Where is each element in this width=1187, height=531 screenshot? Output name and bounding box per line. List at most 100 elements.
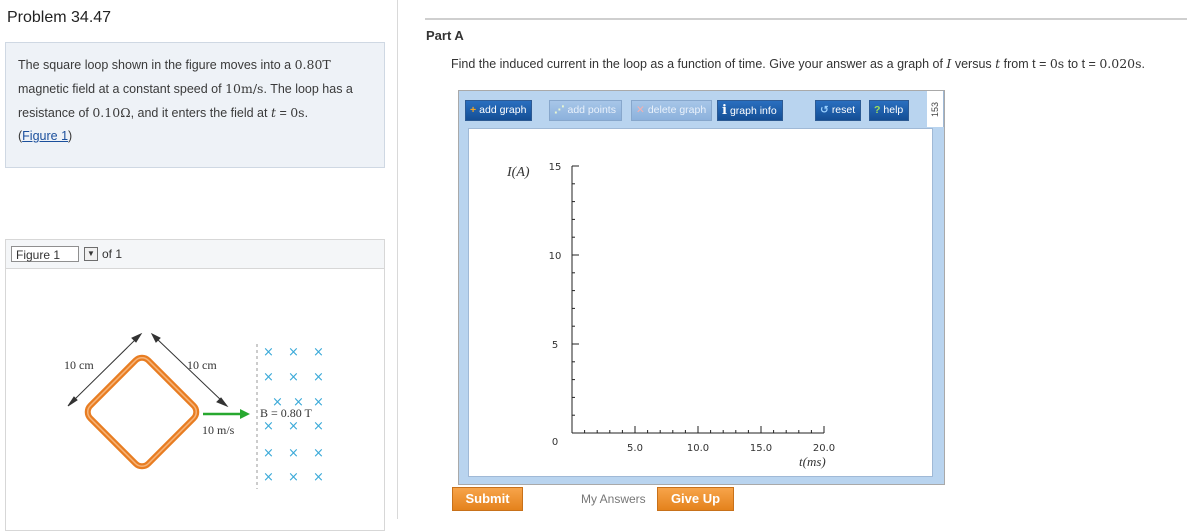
figure-panel: Figure 1 ▼ of 1 10 cm 10 cm 10 m/s × × ×… xyxy=(5,239,385,531)
problem-statement: The square loop shown in the figure move… xyxy=(5,42,385,168)
field-x-icon: × xyxy=(313,419,324,434)
field-x-icon: × xyxy=(288,370,299,385)
add-points-label: add points xyxy=(567,104,616,116)
statement-text: resistance of xyxy=(18,106,93,120)
y-tick-label: 15 xyxy=(549,162,562,173)
statement-text: magnetic field at a constant speed of xyxy=(18,82,226,96)
time-value: 0 xyxy=(290,105,299,120)
y-tick-labels: 15 10 5 0 xyxy=(549,162,562,448)
x-tick-label: 5.0 xyxy=(627,443,643,454)
add-graph-button[interactable]: + add graph xyxy=(465,100,533,121)
graph-info-button[interactable]: i graph info xyxy=(717,100,783,121)
field-x-icon: × xyxy=(313,446,324,461)
speed-value: 10 xyxy=(225,81,241,96)
field-label: B = 0.80 T xyxy=(260,406,313,420)
submit-button[interactable]: Submit xyxy=(452,487,523,511)
field-x-icon: × xyxy=(313,345,324,360)
plot-panel: I(A) 15 10 5 0 5.0 10.0 15.0 20.0 t(ms) xyxy=(468,128,933,477)
start-time-value: 0 xyxy=(1049,56,1058,71)
my-answers-link[interactable]: My Answers xyxy=(581,492,646,506)
y-tick-label: 10 xyxy=(549,251,562,262)
graphing-tool: + add graph ⋰ add points ✕ delete graph i gr… xyxy=(458,90,945,485)
plot-area[interactable]: I(A) 15 10 5 0 5.0 10.0 15.0 20.0 t(ms) xyxy=(469,129,932,476)
points-icon: ⋰ xyxy=(554,104,565,116)
delete-graph-button[interactable]: ✕ delete graph xyxy=(631,100,713,121)
statement-line-3: resistance of 0.10Ω, and it enters the f… xyxy=(18,105,308,120)
statement-text: . xyxy=(304,106,309,120)
field-x-icon: × xyxy=(263,446,274,461)
field-x-icon: × xyxy=(263,345,274,360)
statement-line-1: The square loop shown in the figure move… xyxy=(18,57,331,72)
delete-graph-label: delete graph xyxy=(647,104,707,116)
left-column: Problem 34.47 The square loop shown in t… xyxy=(0,0,398,531)
resistance-unit: Ω xyxy=(120,105,131,120)
reset-icon: ↺ xyxy=(820,104,829,116)
give-up-button[interactable]: Give Up xyxy=(657,487,734,511)
question-segment: versus xyxy=(951,57,996,71)
top-divider xyxy=(425,18,1187,20)
x-axis-label: t(ms) xyxy=(799,454,826,469)
x-icon: ✕ xyxy=(636,104,645,116)
field-x-icon: × xyxy=(288,345,299,360)
question-text: Find the induced current in the loop as … xyxy=(451,56,1145,71)
question-segment: Find the induced current in the loop as … xyxy=(451,57,947,71)
help-label: help xyxy=(883,104,904,116)
graph-toolbar: + add graph ⋰ add points ✕ delete graph i gr… xyxy=(459,91,944,127)
statement-text: The square loop shown in the figure move… xyxy=(18,58,295,72)
square-loop xyxy=(84,354,200,470)
statement-line-4: (Figure 1) xyxy=(18,129,72,143)
problem-title: Problem 34.47 xyxy=(7,9,112,26)
arrowhead xyxy=(216,397,229,408)
statement-text: . The loop has a xyxy=(263,82,353,96)
statement-line-2: magnetic field at a constant speed of 10… xyxy=(18,81,353,96)
figure-header: Figure 1 ▼ of 1 xyxy=(6,240,384,269)
field-unit: T xyxy=(322,57,331,72)
square-loop-highlight xyxy=(86,356,198,468)
statement-text: = xyxy=(275,106,291,120)
y-axis-label: I(A) xyxy=(506,165,530,180)
x-tick-labels: 5.0 10.0 15.0 20.0 xyxy=(627,443,835,454)
velocity-arrowhead xyxy=(240,409,250,419)
y-tick-label: 0 xyxy=(552,437,558,448)
x-tick-label: 10.0 xyxy=(687,443,709,454)
field-x-icon: × xyxy=(263,470,274,485)
question-segment: to t = xyxy=(1064,57,1100,71)
info-icon: i xyxy=(722,103,727,118)
help-button[interactable]: ? help xyxy=(869,100,910,121)
arrowhead xyxy=(131,332,143,343)
graph-info-label: graph info xyxy=(729,105,777,117)
figure-link[interactable]: Figure 1 xyxy=(22,129,68,143)
figure-count: of 1 xyxy=(102,247,123,261)
timer-tab: 153 xyxy=(927,91,944,127)
add-graph-label: add graph xyxy=(479,104,527,116)
x-tick-label: 15.0 xyxy=(750,443,772,454)
end-time-value: 0.020 xyxy=(1099,56,1136,71)
figure-select[interactable]: Figure 1 xyxy=(11,246,79,262)
paren: ) xyxy=(68,129,73,143)
field-x-icon: × xyxy=(288,446,299,461)
arrowhead xyxy=(67,396,78,407)
figure-diagram: 10 cm 10 cm 10 m/s × × × × × × × × × × ×… xyxy=(64,332,324,489)
field-x-icon: × xyxy=(288,470,299,485)
side-label-right: 10 cm xyxy=(187,358,217,372)
reset-label: reset xyxy=(831,104,856,116)
statement-text: , and it enters the field at xyxy=(130,106,271,120)
reset-button[interactable]: ↺ reset xyxy=(815,100,862,121)
speed-unit: m/s xyxy=(240,81,264,96)
chevron-down-icon[interactable]: ▼ xyxy=(84,247,98,261)
y-tick-label: 5 xyxy=(552,340,558,351)
field-x-icon: × xyxy=(313,470,324,485)
field-x-icon: × xyxy=(263,370,274,385)
field-x-icon: × xyxy=(313,370,324,385)
part-label: Part A xyxy=(426,28,464,43)
question-segment: . xyxy=(1141,57,1146,71)
resistance-value: 0.10 xyxy=(92,105,121,120)
speed-label: 10 m/s xyxy=(202,423,235,437)
field-value: 0.80 xyxy=(294,57,323,72)
help-icon: ? xyxy=(874,104,881,116)
side-label-left: 10 cm xyxy=(64,358,94,372)
add-points-button[interactable]: ⋰ add points xyxy=(549,100,622,121)
field-x-icon: × xyxy=(263,419,274,434)
x-tick-label: 20.0 xyxy=(813,443,835,454)
field-x-icon: × xyxy=(288,419,299,434)
